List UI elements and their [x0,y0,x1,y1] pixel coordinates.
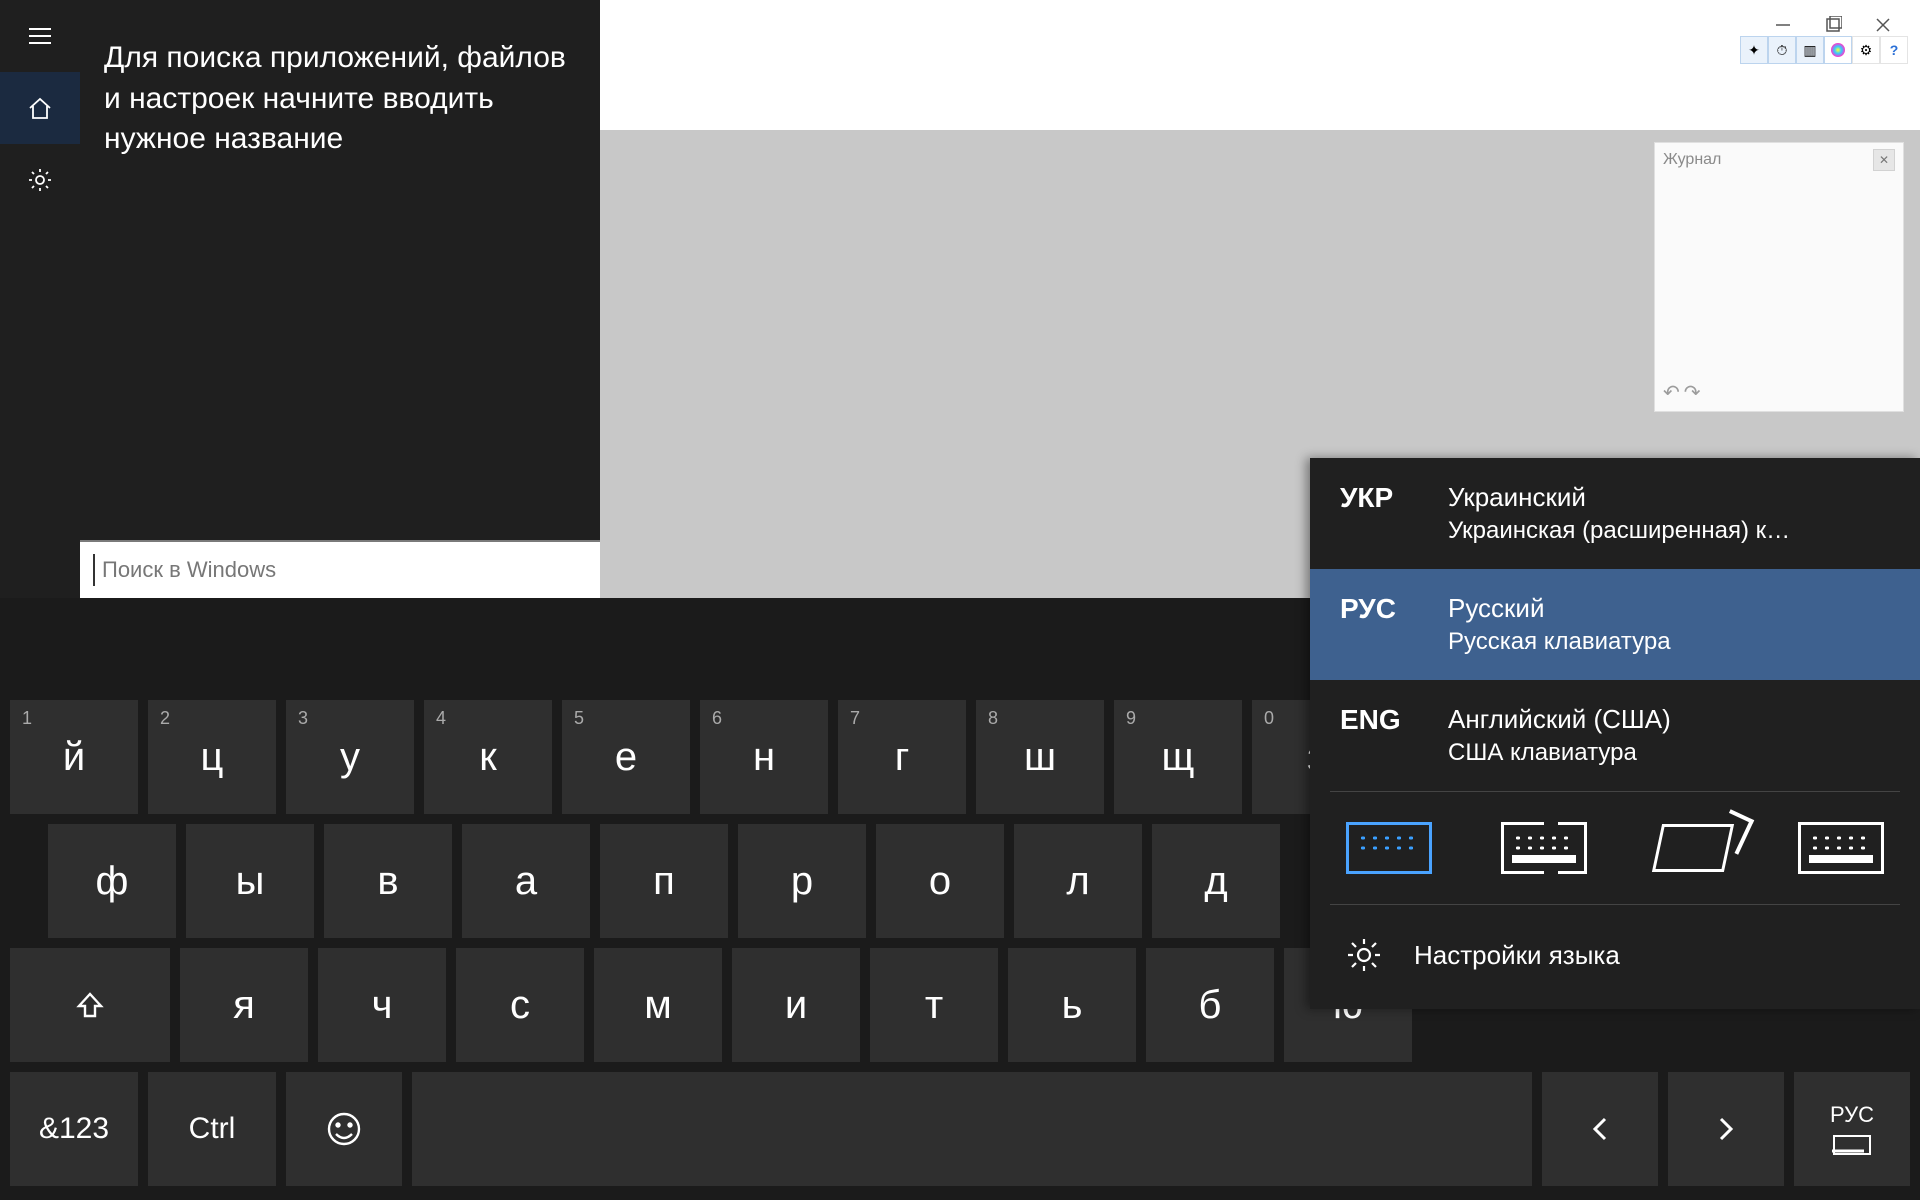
key-о[interactable]: о [876,824,1004,938]
key-и[interactable]: и [732,948,860,1062]
journal-title: Журнал [1663,151,1721,169]
keyboard-standard-icon[interactable] [1346,822,1432,874]
key-а[interactable]: а [462,824,590,938]
key-ч[interactable]: ч [318,948,446,1062]
redo-icon[interactable]: ↷ [1684,380,1701,405]
key-е[interactable]: 5е [562,700,690,814]
language-popup: УКРУкраинскийУкраинская (расширенная) к…… [1310,458,1920,1009]
search-flyout: Для поиска приложений, файлов и настроек… [0,0,600,598]
key-д[interactable]: д [1152,824,1280,938]
key-space[interactable] [412,1072,1532,1186]
key-щ[interactable]: 9щ [1114,700,1242,814]
key-ь[interactable]: ь [1008,948,1136,1062]
tool-color-icon[interactable] [1824,36,1852,64]
journal-close-button[interactable]: ✕ [1873,149,1895,171]
tool-help-icon[interactable]: ? [1880,36,1908,64]
key-н[interactable]: 6н [700,700,828,814]
tool-window-icon[interactable]: ▥ [1796,36,1824,64]
maximize-button[interactable] [1820,12,1846,38]
language-settings-button[interactable]: Настройки языка [1310,905,1920,1009]
tool-gear-icon[interactable]: ⚙ [1852,36,1880,64]
key-language[interactable]: РУС [1794,1072,1910,1186]
key-л[interactable]: л [1014,824,1142,938]
key-с[interactable]: с [456,948,584,1062]
toolbar-icons: ✦ ⏱ ▥ ⚙ ? [1740,36,1908,64]
key-emoji[interactable] [286,1072,402,1186]
key-м[interactable]: м [594,948,722,1062]
key-symbols[interactable]: &123 [10,1072,138,1186]
key-ctrl[interactable]: Ctrl [148,1072,276,1186]
key-ф[interactable]: ф [48,824,176,938]
home-button[interactable] [0,72,80,144]
key-б[interactable]: б [1146,948,1274,1062]
search-hint: Для поиска приложений, файлов и настроек… [80,0,600,160]
tool-wand-icon[interactable]: ✦ [1740,36,1768,64]
search-rail [0,0,80,598]
key-ш[interactable]: 8ш [976,700,1104,814]
key-ы[interactable]: ы [186,824,314,938]
lang-option-укр[interactable]: УКРУкраинскийУкраинская (расширенная) к… [1310,458,1920,569]
keyboard-split-icon[interactable] [1501,822,1587,874]
key-г[interactable]: 7г [838,700,966,814]
key-shift[interactable] [10,948,170,1062]
key-right[interactable] [1668,1072,1784,1186]
search-input[interactable]: Поиск в Windows [80,540,600,598]
lang-option-рус[interactable]: РУСРусскийРусская клавиатура [1310,569,1920,680]
key-т[interactable]: т [870,948,998,1062]
key-ц[interactable]: 2ц [148,700,276,814]
key-у[interactable]: 3у [286,700,414,814]
key-left[interactable] [1542,1072,1658,1186]
key-р[interactable]: р [738,824,866,938]
lang-option-eng[interactable]: ENGАнглийский (США)США клавиатура [1310,680,1920,791]
minimize-button[interactable] [1770,12,1796,38]
tool-clock-icon[interactable]: ⏱ [1768,36,1796,64]
key-я[interactable]: я [180,948,308,1062]
key-в[interactable]: в [324,824,452,938]
key-п[interactable]: п [600,824,728,938]
hamburger-button[interactable] [0,0,80,72]
keyboard-full-icon[interactable] [1798,822,1884,874]
undo-icon[interactable]: ↶ [1663,380,1680,405]
close-button[interactable] [1870,12,1896,38]
journal-panel: Журнал ✕ ↶ ↷ [1654,142,1904,412]
handwriting-icon[interactable] [1652,824,1734,872]
key-й[interactable]: 1й [10,700,138,814]
settings-button[interactable] [0,144,80,216]
key-к[interactable]: 4к [424,700,552,814]
keyboard-mode-icons [1310,792,1920,904]
